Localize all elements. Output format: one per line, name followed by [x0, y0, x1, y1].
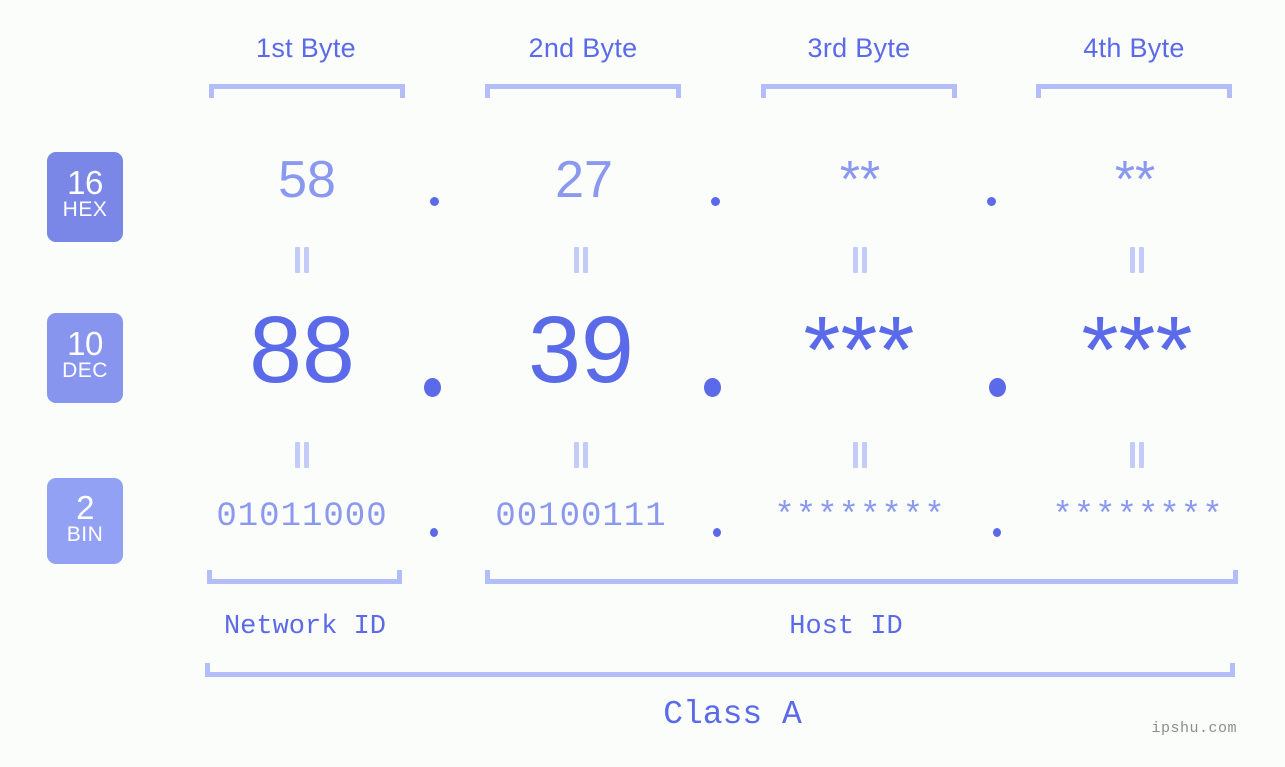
base-badge-dec: 10 DEC — [47, 313, 123, 403]
base-badge-bin-name: BIN — [66, 523, 104, 546]
dec-byte-4: *** — [1081, 297, 1193, 403]
byte-bracket-1 — [209, 84, 405, 98]
bin-byte-4: ******** — [1052, 498, 1224, 536]
base-badge-bin-number: 2 — [76, 489, 94, 526]
network-id-label: Network ID — [223, 612, 387, 642]
base-badge-bin: 2 BIN — [47, 478, 123, 564]
byte-header-label-4: 4th Byte — [1083, 33, 1185, 63]
equals-icon-hex-dec-3 — [849, 247, 871, 273]
equals-icon-hex-dec-2 — [570, 247, 592, 273]
hex-dot-separator-2 — [711, 197, 720, 206]
hex-byte-4: ** — [1114, 151, 1156, 209]
host-id-bracket — [485, 570, 1238, 584]
base-badge-hex-number: 16 — [67, 164, 103, 201]
bin-byte-2: 00100111 — [495, 498, 667, 536]
dec-dot-separator-2 — [704, 378, 721, 397]
byte-bracket-2 — [485, 84, 681, 98]
base-badge-hex: 16 HEX — [47, 152, 123, 242]
bin-byte-1: 01011000 — [216, 498, 388, 536]
host-id-label: Host ID — [789, 612, 903, 642]
ip-address-breakdown-diagram: 1st Byte 2nd Byte 3rd Byte 4th Byte 16 H… — [0, 0, 1285, 767]
dec-byte-2: 39 — [528, 297, 634, 403]
byte-header-label-2: 2nd Byte — [528, 33, 638, 63]
base-badge-dec-number: 10 — [67, 325, 103, 362]
dec-byte-1: 88 — [249, 297, 355, 403]
hex-byte-3: ** — [839, 151, 881, 209]
bin-dot-separator-3 — [993, 528, 1001, 537]
base-badge-dec-name: DEC — [62, 359, 108, 382]
byte-header-label-3: 3rd Byte — [807, 33, 911, 63]
bin-byte-3: ******** — [774, 498, 946, 536]
class-bracket — [205, 663, 1235, 677]
equals-icon-hex-dec-1 — [291, 247, 313, 273]
dec-byte-3: *** — [803, 297, 915, 403]
byte-bracket-3 — [761, 84, 957, 98]
equals-icon-dec-bin-3 — [849, 442, 871, 468]
bin-dot-separator-2 — [713, 528, 721, 537]
dec-dot-separator-3 — [989, 378, 1006, 397]
equals-icon-dec-bin-1 — [291, 442, 313, 468]
equals-icon-hex-dec-4 — [1126, 247, 1148, 273]
bin-dot-separator-1 — [430, 528, 438, 537]
dec-dot-separator-1 — [424, 378, 441, 397]
network-id-bracket — [207, 570, 402, 584]
hex-byte-2: 27 — [555, 151, 613, 209]
hex-dot-separator-1 — [430, 197, 439, 206]
byte-bracket-4 — [1036, 84, 1232, 98]
watermark: ipshu.com — [1151, 720, 1237, 737]
hex-byte-1: 58 — [278, 151, 336, 209]
equals-icon-dec-bin-2 — [570, 442, 592, 468]
byte-header-label-1: 1st Byte — [256, 33, 356, 63]
base-badge-hex-name: HEX — [62, 198, 108, 221]
equals-icon-dec-bin-4 — [1126, 442, 1148, 468]
class-label: Class A — [663, 696, 802, 733]
hex-dot-separator-3 — [987, 197, 996, 206]
